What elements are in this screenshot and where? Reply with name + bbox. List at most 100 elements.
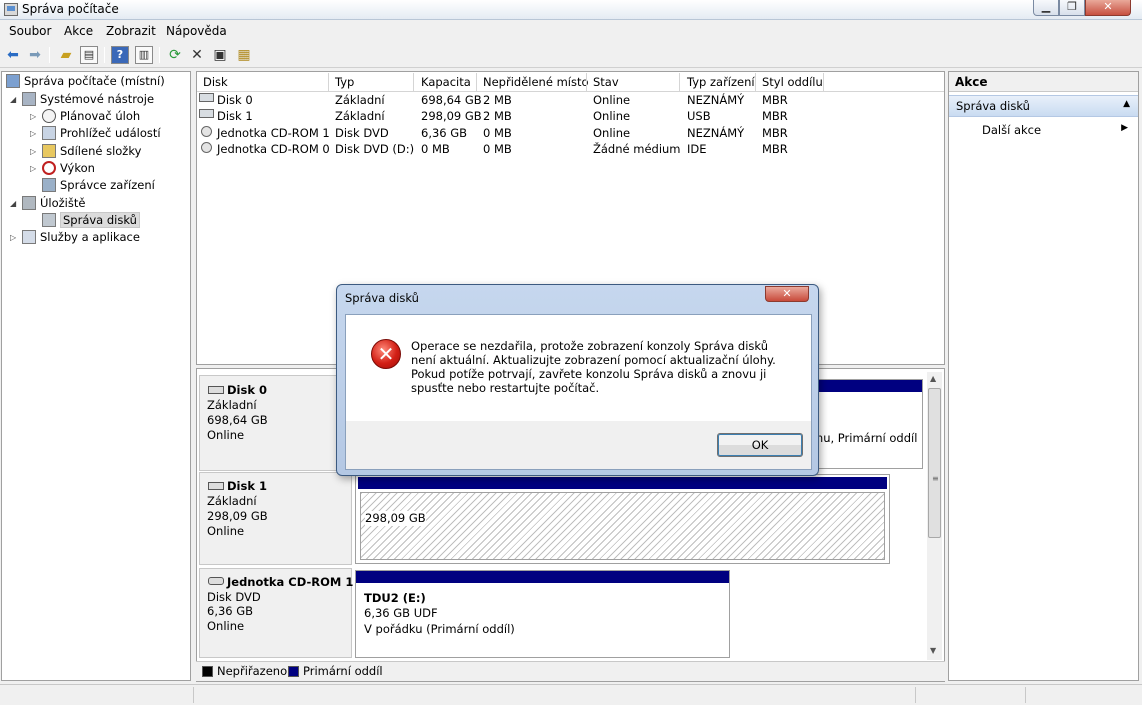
cell-status: Online	[593, 93, 631, 107]
disk-size: 6,36 GB	[207, 604, 254, 618]
storage-icon	[22, 196, 36, 210]
tree-node-shared-folders[interactable]: ▷ Sdílené složky	[30, 143, 141, 160]
disk-status: Online	[207, 524, 245, 538]
column-header-capacity[interactable]: Kapacita	[421, 75, 471, 89]
ok-button[interactable]: OK	[717, 433, 803, 457]
tree-node-root[interactable]: Správa počítače (místní)	[4, 73, 165, 90]
disk-1-partition[interactable]: 298,09 GB	[355, 474, 890, 564]
collapse-arrow-icon[interactable]: ◢	[10, 195, 20, 212]
actions-pane: Akce Správa disků ▲ Další akce ▶	[948, 71, 1139, 681]
disk-legend: Nepřiřazeno Primární oddíl	[196, 661, 945, 681]
column-header-type[interactable]: Typ	[335, 75, 354, 89]
column-header-device-type[interactable]: Typ zařízení	[687, 75, 755, 89]
computer-icon	[6, 74, 20, 88]
disk-size: 698,64 GB	[207, 413, 268, 427]
disk-status: Online	[207, 619, 245, 633]
table-row[interactable]: Disk 0 Základní 698,64 GB 2 MB Online NE…	[197, 92, 944, 108]
expand-arrow-icon[interactable]: ▷	[30, 143, 40, 160]
cell-disk: Jednotka CD-ROM 1	[217, 126, 330, 140]
hard-disk-icon	[208, 482, 224, 490]
cdrom-1-label[interactable]: Jednotka CD-ROM 1 Disk DVD 6,36 GB Onlin…	[199, 568, 353, 658]
cell-partition-style: MBR	[762, 126, 788, 140]
volume-status: V pořádku (Primární oddíl)	[364, 622, 515, 636]
scroll-down-icon[interactable]: ▼	[930, 646, 936, 655]
actions-section-disk-management[interactable]: Správa disků ▲	[949, 95, 1138, 117]
disk-0-label[interactable]: Disk 0 Základní 698,64 GB Online	[199, 375, 352, 471]
refresh-icon[interactable]: ⟳	[166, 46, 184, 64]
cell-disk: Disk 1	[217, 109, 253, 123]
menu-zobrazit[interactable]: Zobrazit	[106, 24, 156, 38]
clock-icon	[42, 109, 56, 123]
show-hide-action-pane-icon[interactable]: ▥	[135, 46, 153, 64]
disk-type: Disk DVD	[207, 590, 261, 604]
expand-arrow-icon[interactable]: ▷	[30, 125, 40, 142]
expand-arrow-icon[interactable]: ▷	[10, 229, 20, 246]
actions-section-label: Správa disků	[956, 99, 1030, 113]
collapse-caret-icon[interactable]: ▲	[1123, 99, 1130, 109]
tree-node-event-viewer[interactable]: ▷ Prohlížeč událostí	[30, 125, 161, 142]
table-row[interactable]: Disk 1 Základní 298,09 GB 2 MB Online US…	[197, 108, 944, 124]
scroll-up-icon[interactable]: ▲	[930, 374, 936, 383]
collapse-arrow-icon[interactable]: ◢	[10, 91, 20, 108]
cell-device-type: USB	[687, 109, 711, 123]
tree-node-label: Systémové nástroje	[40, 92, 155, 106]
menu-soubor[interactable]: Soubor	[9, 24, 51, 38]
tree-node-system-tools[interactable]: ◢ Systémové nástroje	[10, 91, 154, 108]
up-folder-icon[interactable]: ▰	[57, 46, 75, 64]
properties-icon[interactable]: ▣	[211, 46, 229, 64]
dialog-title: Správa disků	[345, 291, 419, 305]
table-row[interactable]: Jednotka CD-ROM 1 Disk DVD 6,36 GB 0 MB …	[197, 125, 944, 141]
submenu-arrow-icon[interactable]: ▶	[1121, 123, 1128, 133]
menu-napoveda[interactable]: Nápověda	[166, 24, 227, 38]
tree-node-disk-management[interactable]: Správa disků	[40, 212, 140, 229]
tree-node-device-manager[interactable]: Správce zařízení	[40, 177, 155, 194]
tree-node-storage[interactable]: ◢ Úložiště	[10, 195, 85, 212]
column-header-status[interactable]: Stav	[593, 75, 619, 89]
computer-management-icon	[4, 3, 18, 16]
vertical-scrollbar[interactable]: ▲ ≡ ▼	[927, 372, 942, 660]
tree-node-services-apps[interactable]: ▷ Služby a aplikace	[10, 229, 140, 246]
disk-1-label[interactable]: Disk 1 Základní 298,09 GB Online	[199, 472, 352, 565]
cell-partition-style: MBR	[762, 109, 788, 123]
disk-type: Základní	[207, 398, 257, 412]
cell-type: Základní	[335, 109, 385, 123]
show-hide-tree-icon[interactable]: ▤	[80, 46, 98, 64]
legend-swatch-primary	[288, 666, 299, 677]
disk-wizard-icon[interactable]: ▦	[235, 46, 253, 64]
maximize-button[interactable]: ❐	[1059, 0, 1085, 16]
legend-label-primary: Primární oddíl	[303, 664, 383, 678]
menu-akce[interactable]: Akce	[64, 24, 93, 38]
tree-node-task-scheduler[interactable]: ▷ Plánovač úloh	[30, 108, 140, 125]
cell-unallocated: 0 MB	[483, 126, 512, 140]
minimize-button[interactable]: ▁	[1033, 0, 1059, 16]
table-row[interactable]: Jednotka CD-ROM 0 Disk DVD (D:) 0 MB 0 M…	[197, 141, 944, 157]
cell-type: Základní	[335, 93, 385, 107]
help-icon[interactable]: ?	[111, 46, 129, 64]
event-log-icon	[42, 126, 56, 140]
cd-rom-icon	[208, 577, 224, 585]
expand-arrow-icon[interactable]: ▷	[30, 160, 40, 177]
tree-node-performance[interactable]: ▷ Výkon	[30, 160, 95, 177]
delete-icon[interactable]: ✕	[188, 46, 206, 64]
disk-name: Disk 0	[227, 383, 267, 397]
column-header-unallocated[interactable]: Nepřidělené místo	[483, 75, 589, 89]
dialog-close-button[interactable]: ✕	[765, 286, 809, 302]
expand-arrow-icon[interactable]: ▷	[30, 108, 40, 125]
column-header-partition-style[interactable]: Styl oddílu	[762, 75, 823, 89]
tree-node-label: Úložiště	[40, 196, 86, 210]
cdrom-1-volume[interactable]: TDU2 (E:) 6,36 GB UDF V pořádku (Primárn…	[355, 570, 730, 658]
list-header: Disk Typ Kapacita Nepřidělené místo Stav…	[197, 72, 944, 92]
close-button[interactable]: ✕	[1085, 0, 1131, 16]
services-icon	[22, 230, 36, 244]
forward-arrow-icon[interactable]: ➡	[26, 46, 44, 64]
cell-disk: Jednotka CD-ROM 0	[217, 142, 330, 156]
more-actions-item[interactable]: Další akce	[982, 123, 1041, 137]
partition-label: 298,09 GB	[365, 511, 426, 526]
scrollbar-thumb[interactable]: ≡	[928, 388, 941, 538]
legend-label-unallocated: Nepřiřazeno	[217, 664, 288, 678]
back-arrow-icon[interactable]: ⬅	[4, 46, 22, 64]
tree-node-label: Sdílené složky	[60, 144, 142, 158]
column-header-disk[interactable]: Disk	[203, 75, 228, 89]
unallocated-area	[360, 492, 885, 560]
disk-type: Základní	[207, 494, 257, 508]
